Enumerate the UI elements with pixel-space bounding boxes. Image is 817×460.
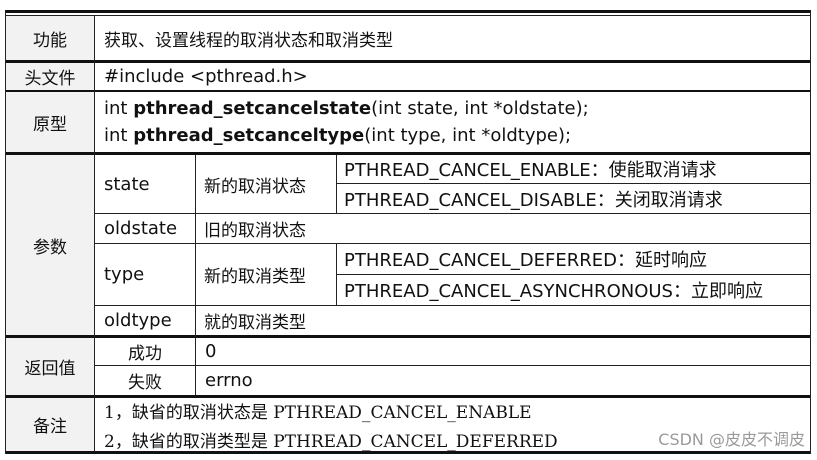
param-oldtype-desc: 就的取消类型: [204, 313, 306, 333]
param-oldtype-name: oldtype: [104, 310, 172, 331]
param-state-name: state: [104, 173, 150, 195]
params-label: 参数: [33, 237, 67, 258]
notes-line-2: 2，缺省的取消类型是 PTHREAD_CANCEL_DEFERRED: [104, 431, 558, 452]
notes-label: 备注: [33, 417, 67, 437]
ret-label: 返回值: [24, 359, 76, 379]
ret-success-label: 成功: [128, 344, 162, 364]
notes-line-1: 1，缺省的取消状态是 PTHREAD_CANCEL_ENABLE: [104, 402, 532, 423]
proto-line1-function-name: pthread_setcancelstate: [133, 98, 372, 119]
param-oldstate-desc: 旧的取消状态: [204, 221, 306, 241]
proto-line2-function-name: pthread_setcanceltype: [133, 125, 365, 146]
ret-success-value: 0: [205, 341, 217, 362]
proto-line-setcanceltype: int pthread_setcanceltype(int type, int …: [104, 125, 571, 146]
param-state-desc: 新的取消状态: [204, 176, 306, 197]
table-right-border: [810, 10, 811, 454]
param-state-option-enable: PTHREAD_CANCEL_ENABLE：使能取消请求: [344, 160, 717, 181]
ret-failure-value: errno: [205, 370, 253, 391]
func-value: 获取、设置线程的取消状态和取消类型: [104, 30, 393, 51]
param-type-desc: 新的取消类型: [204, 267, 306, 287]
func-label: 功能: [33, 30, 67, 51]
header-value: #include <pthread.h>: [104, 66, 308, 87]
notes-value: 1，缺省的取消状态是 PTHREAD_CANCEL_ENABLE 2，缺省的取消…: [104, 398, 664, 452]
param-desc-divider: [195, 155, 196, 395]
ret-failure-label: 失败: [128, 373, 162, 393]
proto-label: 原型: [33, 114, 67, 135]
proto-line1-args: (int state, int *oldstate);: [371, 98, 589, 119]
proto-value: int pthread_setcancelstate(int state, in…: [104, 92, 808, 152]
watermark: CSDN @皮皮不调皮: [658, 430, 805, 449]
proto-line2-args: (int type, int *oldtype);: [364, 125, 572, 146]
param-options-divider-type: [336, 244, 337, 305]
header-label: 头文件: [24, 69, 76, 89]
api-reference-table: 功能 获取、设置线程的取消状态和取消类型 头文件 #include <pthre…: [0, 0, 817, 460]
param-oldstate-name: oldstate: [104, 218, 178, 239]
proto-line2-return-type: int: [104, 125, 134, 146]
table-top-border: [5, 10, 811, 13]
proto-line-setcancelstate: int pthread_setcancelstate(int state, in…: [104, 98, 589, 119]
param-state-option-disable: PTHREAD_CANCEL_DISABLE：关闭取消请求: [344, 189, 723, 211]
proto-line1-return-type: int: [104, 98, 134, 119]
table-bottom-border: [5, 451, 811, 454]
param-options-divider-state: [336, 155, 337, 213]
param-type-name: type: [104, 264, 145, 285]
param-type-option-async: PTHREAD_CANCEL_ASYNCHRONOUS：立即响应: [344, 281, 763, 302]
param-type-option-deferred: PTHREAD_CANCEL_DEFERRED：延时响应: [344, 250, 707, 271]
